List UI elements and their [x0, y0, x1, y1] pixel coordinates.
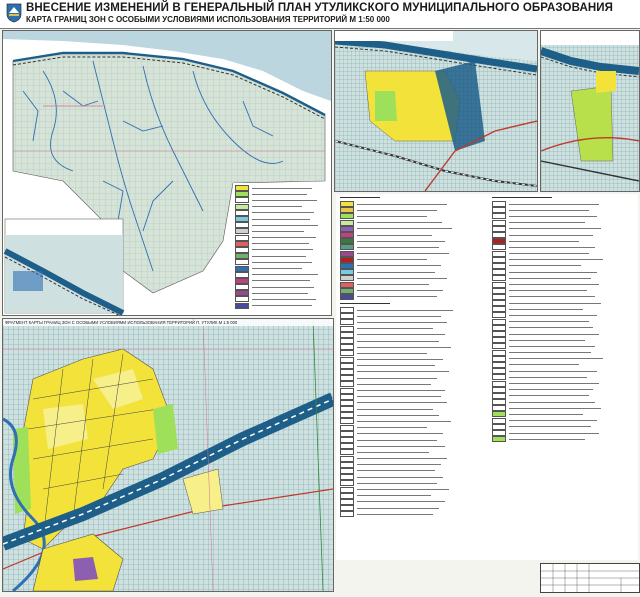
- settlement-inset-middle[interactable]: [334, 30, 538, 192]
- settlement-map-caption: ФРАГМЕНТ КАРТЫ ГРАНИЦ ЗОН С ОСОБЫМИ УСЛО…: [3, 319, 333, 326]
- page-subtitle: КАРТА ГРАНИЦ ЗОН С ОСОБЫМИ УСЛОВИЯМИ ИСП…: [26, 15, 390, 24]
- settlement-inset-right-canvas: [541, 31, 639, 191]
- settlement-main-map[interactable]: ФРАГМЕНТ КАРТЫ ГРАНИЦ ЗОН С ОСОБЫМИ УСЛО…: [2, 318, 334, 592]
- settlement-main-canvas: [3, 319, 333, 591]
- coat-of-arms-icon: [6, 3, 22, 23]
- regional-map[interactable]: [2, 30, 332, 316]
- title-block-grid: [541, 564, 639, 592]
- title-block: [540, 563, 640, 593]
- settlement-inset-right[interactable]: [540, 30, 640, 192]
- page-title: ВНЕСЕНИЕ ИЗМЕНЕНИЙ В ГЕНЕРАЛЬНЫЙ ПЛАН УТ…: [26, 2, 613, 14]
- legend-column-2: [492, 194, 636, 443]
- settlement-inset-middle-canvas: [335, 31, 537, 191]
- regional-legend: [235, 185, 329, 313]
- map-header: ВНЕСЕНИЕ ИЗМЕНЕНИЙ В ГЕНЕРАЛЬНЫЙ ПЛАН УТ…: [0, 0, 640, 29]
- legend-column-1: [340, 194, 490, 518]
- map-legend: [336, 194, 638, 560]
